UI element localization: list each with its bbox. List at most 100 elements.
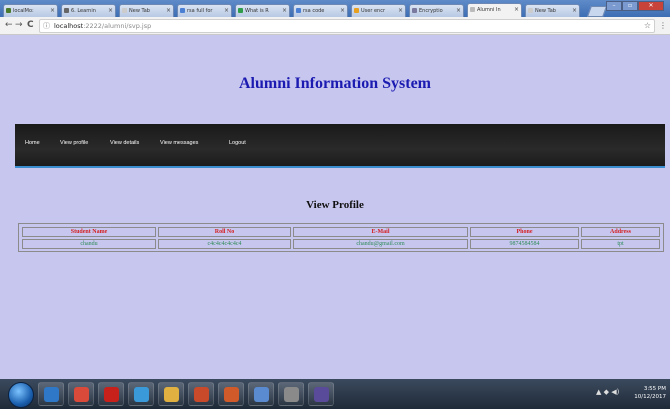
table-cell-student-name: chandu [22, 239, 156, 249]
table-cell-email: chandu@gmail.com [293, 239, 468, 249]
tab-favicon-icon [180, 8, 185, 13]
tab-label: New Tab [129, 8, 150, 14]
window-controls: – ▫ ✕ [606, 1, 664, 11]
taskbar-app-button[interactable] [188, 382, 214, 406]
ie-icon [134, 387, 149, 402]
tab-favicon-icon [528, 8, 533, 13]
table-header-cell: E-Mail [293, 227, 468, 237]
tab-label: localMo: [13, 8, 34, 14]
table-header-cell: Student Name [22, 227, 156, 237]
browser-tab[interactable]: rsa full for × [177, 4, 232, 17]
reload-icon[interactable]: C [27, 19, 34, 32]
table-header-cell: Roll No [158, 227, 291, 237]
nav-logout-link[interactable]: Logout [229, 140, 246, 146]
taskbar-app-button[interactable] [218, 382, 244, 406]
acrobat-icon [104, 387, 119, 402]
tab-close-icon[interactable]: × [224, 5, 229, 17]
folder-icon [164, 387, 179, 402]
info-icon[interactable]: ⓘ [43, 20, 50, 32]
tab-close-icon[interactable]: × [340, 5, 345, 17]
tab-close-icon[interactable]: × [398, 5, 403, 17]
section-title: View Profile [306, 199, 364, 211]
browser-tab[interactable]: What is R × [235, 4, 290, 17]
tab-close-icon[interactable]: × [282, 5, 287, 17]
back-icon[interactable]: ← [5, 19, 13, 32]
nav-view-details-link[interactable]: View details [110, 140, 139, 146]
tab-favicon-icon [64, 8, 69, 13]
forward-icon[interactable]: → [15, 19, 23, 32]
tab-favicon-icon [470, 7, 475, 12]
windows-explorer-icon [44, 387, 59, 402]
chrome-icon [74, 387, 89, 402]
site-navbar: Home View profile View details View mess… [15, 124, 665, 168]
browser-menu-icon[interactable]: ⋮ [659, 19, 667, 32]
minimize-button[interactable]: – [606, 1, 622, 11]
tab-label: rsa full for [187, 8, 213, 14]
tab-favicon-icon [6, 8, 11, 13]
close-window-button[interactable]: ✕ [638, 1, 664, 11]
tab-close-icon[interactable]: × [50, 5, 55, 17]
clock-date[interactable]: 10/12/2017 [634, 394, 666, 400]
powerpoint-icon [224, 387, 239, 402]
tab-label: Alumni In [477, 7, 501, 13]
browser-tab[interactable]: localMo: × [3, 4, 58, 17]
bookmark-star-icon[interactable]: ☆ [644, 20, 651, 32]
system-tray: ▲ ◆ ◀) 3:55 PM 10/12/2017 [596, 382, 666, 406]
taskbar-app-button[interactable] [98, 382, 124, 406]
tab-label: New Tab [535, 8, 556, 14]
tab-label: 6. Learnin [71, 8, 96, 14]
tab-label: What is R [245, 8, 269, 14]
table-header-cell: Phone [470, 227, 579, 237]
tray-icons[interactable]: ▲ ◆ ◀) [596, 388, 619, 396]
tab-close-icon[interactable]: × [514, 4, 519, 16]
tab-label: rsa code [303, 8, 325, 14]
paint-icon [194, 387, 209, 402]
browser-tab-strip: localMo: × 6. Learnin × New Tab × rsa full for… [0, 0, 670, 17]
tab-favicon-icon [122, 8, 127, 13]
tab-close-icon[interactable]: × [166, 5, 171, 17]
browser-tab[interactable]: Encryptio × [409, 4, 464, 17]
settings-icon [284, 387, 299, 402]
taskbar-app-button[interactable] [38, 382, 64, 406]
table-header-cell: Address [581, 227, 660, 237]
taskbar-app-button[interactable] [128, 382, 154, 406]
taskbar-app-button[interactable] [68, 382, 94, 406]
browser-tab[interactable]: 6. Learnin × [61, 4, 116, 17]
table-cell-roll-no: c4c4c4c4c4c4 [158, 239, 291, 249]
tab-close-icon[interactable]: × [456, 5, 461, 17]
new-tab-button[interactable] [586, 6, 608, 17]
address-bar[interactable]: ⓘ localhost:2222/alumni/svp.jsp ☆ [39, 19, 655, 33]
browser-tab[interactable]: User encr × [351, 4, 406, 17]
browser-tab[interactable]: rsa code × [293, 4, 348, 17]
tab-favicon-icon [238, 8, 243, 13]
tab-favicon-icon [412, 8, 417, 13]
profile-table: Student Name Roll No E-Mail Phone Addres… [18, 223, 664, 252]
taskbar-app-button[interactable] [308, 382, 334, 406]
table-cell-address: tpt [581, 239, 660, 249]
nav-home-link[interactable]: Home [25, 140, 40, 146]
tab-label: User encr [361, 8, 386, 14]
nav-view-messages-link[interactable]: View messages [160, 140, 198, 146]
taskbar-app-button[interactable] [158, 382, 184, 406]
start-button-icon[interactable] [8, 382, 34, 408]
notepad-icon [254, 387, 269, 402]
tab-close-icon[interactable]: × [572, 5, 577, 17]
tab-favicon-icon [354, 8, 359, 13]
tab-close-icon[interactable]: × [108, 5, 113, 17]
maximize-button[interactable]: ▫ [622, 1, 638, 11]
clock-time[interactable]: 3:55 PM [644, 386, 666, 392]
tab-favicon-icon [296, 8, 301, 13]
nav-view-profile-link[interactable]: View profile [60, 140, 88, 146]
taskbar-app-button[interactable] [248, 382, 274, 406]
tab-label: Encryptio [419, 8, 443, 14]
browser-tab[interactable]: Alumni In × [467, 3, 522, 17]
table-cell-phone: 9874584584 [470, 239, 579, 249]
url-path: :2222/alumni/svp.jsp [83, 22, 152, 30]
eclipse-icon [314, 387, 329, 402]
browser-tab[interactable]: New Tab × [525, 4, 580, 17]
browser-tab[interactable]: New Tab × [119, 4, 174, 17]
windows-taskbar: ▲ ◆ ◀) 3:55 PM 10/12/2017 [0, 379, 670, 409]
address-url: localhost:2222/alumni/svp.jsp [54, 20, 151, 32]
site-title: Alumni Information System [238, 75, 431, 92]
taskbar-app-button[interactable] [278, 382, 304, 406]
